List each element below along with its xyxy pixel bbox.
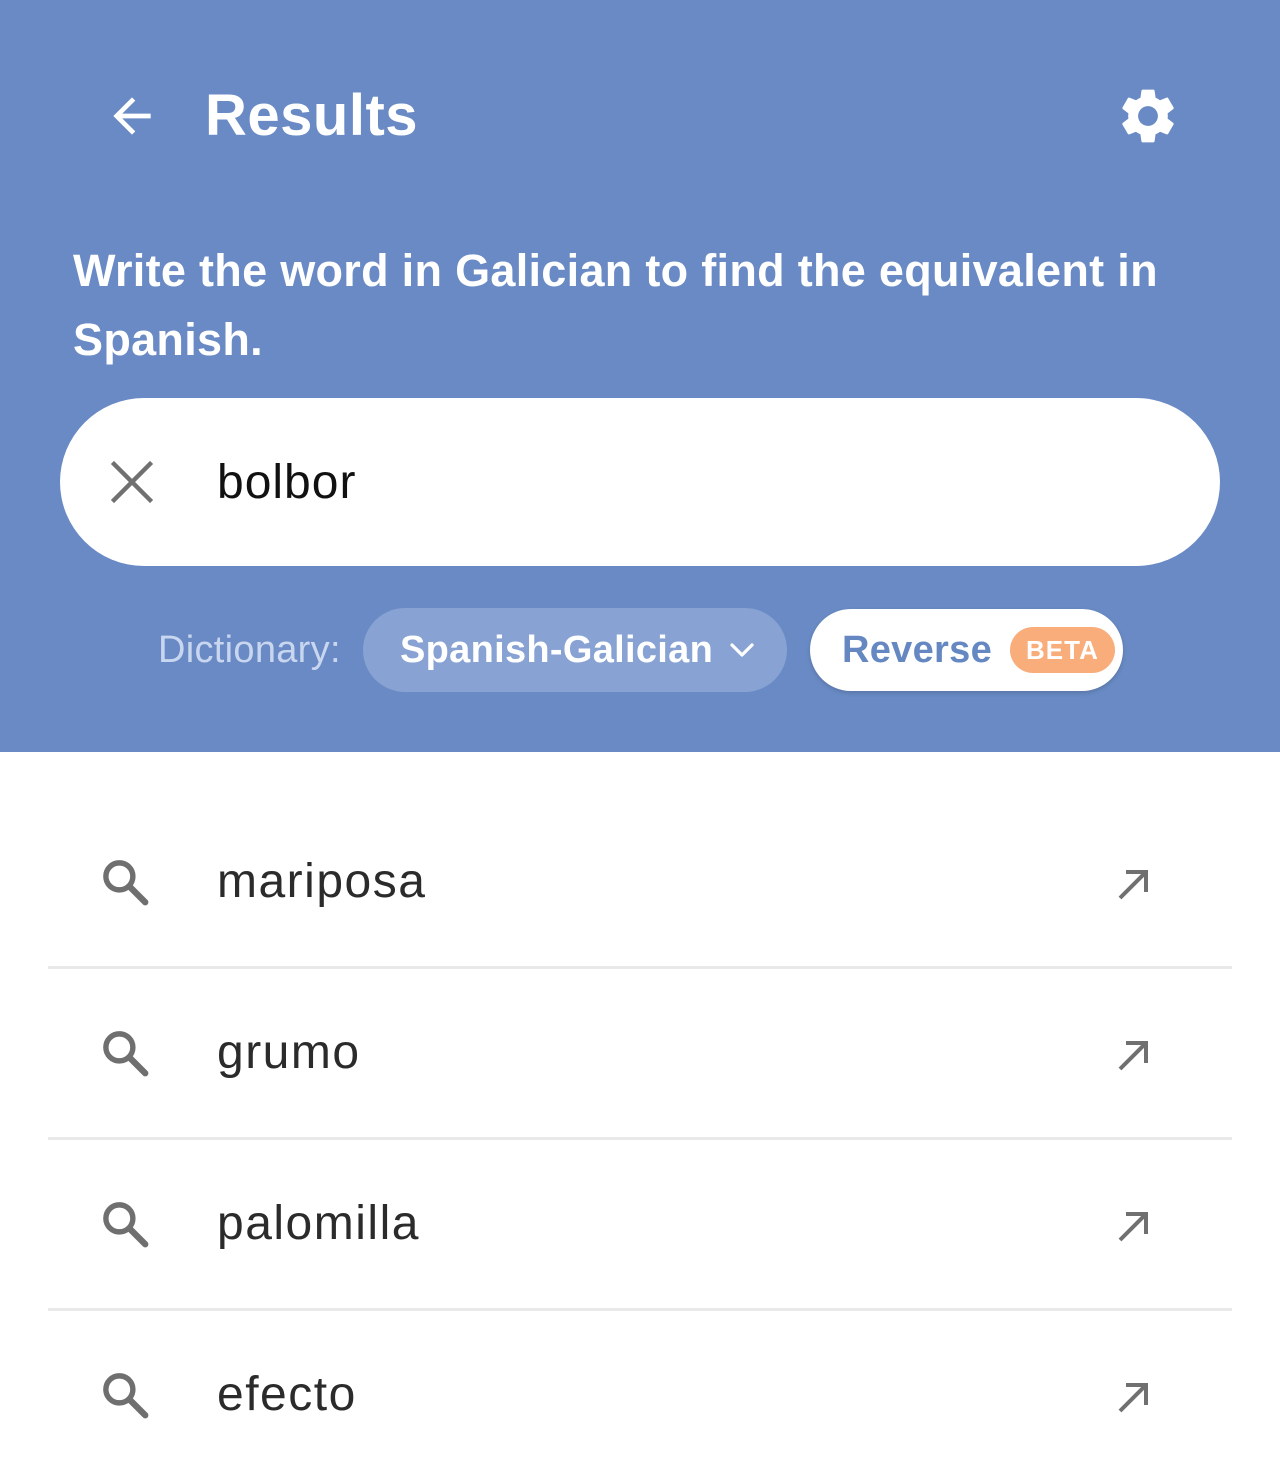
chevron-down-icon bbox=[727, 635, 757, 665]
search-icon bbox=[103, 1031, 149, 1077]
suggestion-item[interactable]: grumo bbox=[48, 969, 1232, 1140]
page-title: Results bbox=[205, 83, 419, 148]
suggestion-item[interactable]: palomilla bbox=[48, 1140, 1232, 1311]
arrow-up-left-fill-icon[interactable] bbox=[1110, 1031, 1158, 1079]
back-button[interactable] bbox=[96, 80, 168, 152]
clear-search-button[interactable] bbox=[96, 446, 168, 518]
suggestion-item[interactable]: efecto bbox=[48, 1311, 1232, 1482]
suggestion-label: palomilla bbox=[217, 1197, 420, 1250]
search-icon bbox=[103, 860, 149, 906]
suggestion-list: mariposa grumo palomilla efecto bbox=[48, 798, 1232, 1482]
search-input[interactable] bbox=[217, 440, 1177, 524]
reverse-button[interactable]: Reverse BETA bbox=[810, 609, 1123, 691]
search-icon bbox=[103, 1202, 149, 1248]
arrow-up-left-fill-icon[interactable] bbox=[1110, 860, 1158, 908]
suggestion-label: mariposa bbox=[217, 855, 427, 908]
suggestion-label: efecto bbox=[217, 1368, 357, 1421]
arrow-up-left-fill-icon[interactable] bbox=[1110, 1373, 1158, 1421]
search-icon bbox=[103, 1373, 149, 1419]
app-header: Results Write the word in Galician to fi… bbox=[0, 0, 1280, 752]
gear-icon bbox=[1122, 89, 1174, 143]
suggestion-label: grumo bbox=[217, 1026, 361, 1079]
suggestion-item[interactable]: mariposa bbox=[48, 798, 1232, 969]
search-instructions: Write the word in Galician to find the e… bbox=[73, 245, 1158, 365]
settings-button[interactable] bbox=[1110, 78, 1186, 154]
dictionary-select[interactable]: Spanish-Galician bbox=[363, 608, 787, 692]
close-icon bbox=[110, 460, 154, 504]
beta-badge: BETA bbox=[1010, 627, 1115, 673]
dictionary-selected-value: Spanish-Galician bbox=[400, 628, 714, 671]
dictionary-label: Dictionary: bbox=[158, 629, 341, 671]
arrow-up-left-fill-icon[interactable] bbox=[1110, 1202, 1158, 1250]
reverse-label: Reverse bbox=[842, 628, 992, 671]
arrow-back-icon bbox=[113, 97, 151, 135]
